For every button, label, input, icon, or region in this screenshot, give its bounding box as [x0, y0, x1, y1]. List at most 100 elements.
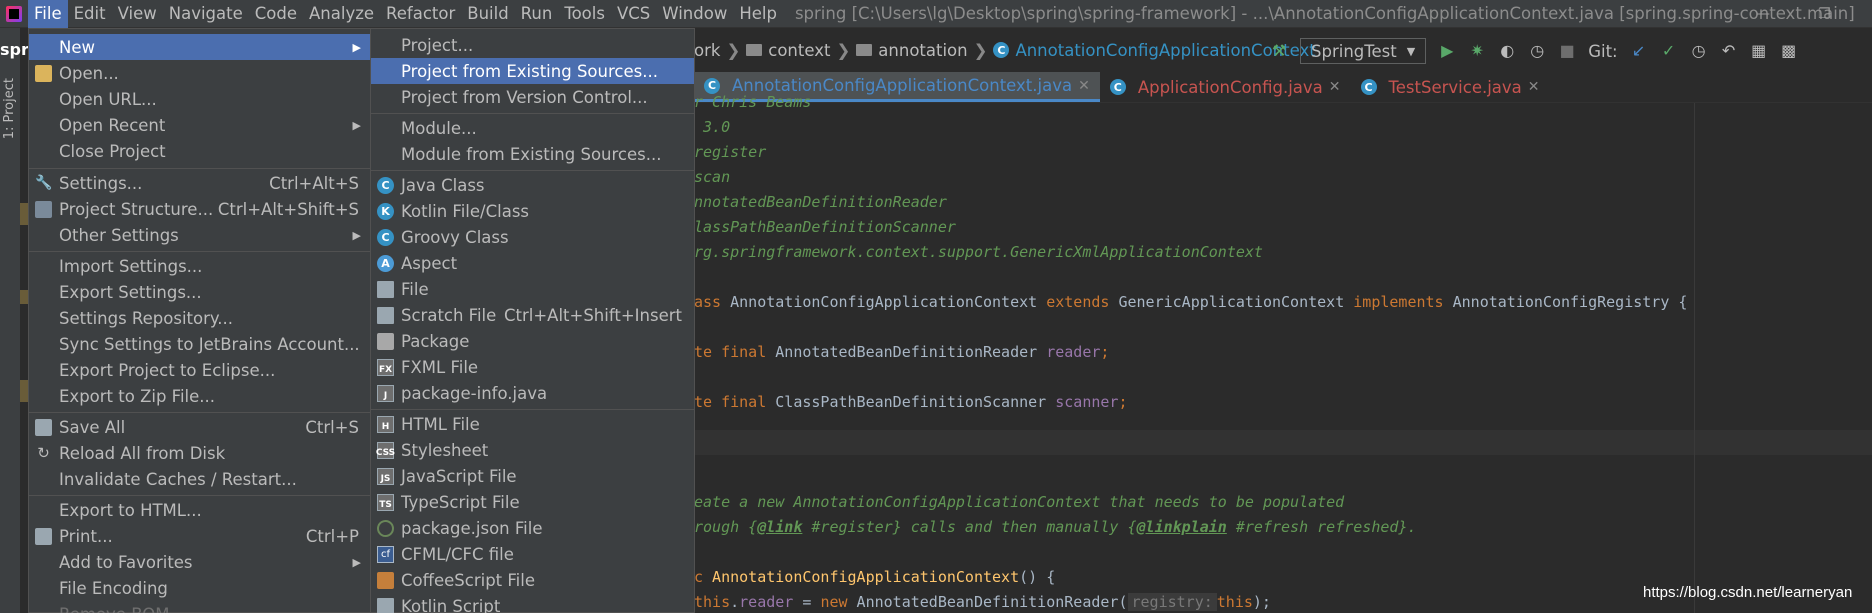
menu-item-export-settings[interactable]: Export Settings... [29, 279, 371, 305]
menu-help[interactable]: Help [733, 0, 783, 28]
menu-item-coffeescript-file[interactable]: CoffeeScript File [371, 567, 694, 593]
git-update-icon[interactable]: ↙ [1630, 42, 1648, 60]
close-icon[interactable]: ✕ [1528, 79, 1540, 95]
menu-item-cfml-file[interactable]: cf CFML/CFC file [371, 541, 694, 567]
submenu-arrow-icon: ▶ [352, 40, 361, 54]
menu-view[interactable]: View [112, 0, 163, 28]
menu-analyze[interactable]: Analyze [303, 0, 380, 28]
breadcrumb-item[interactable]: annotation [878, 41, 967, 60]
menu-item-print[interactable]: Print... Ctrl+P [29, 523, 371, 549]
menu-item-java-class[interactable]: C Java Class [371, 172, 694, 198]
build-hammer-icon[interactable]: ⚒ [1270, 42, 1288, 60]
groovy-class-icon: C [377, 229, 394, 246]
project-structure-icon[interactable]: ▦ [1750, 42, 1768, 60]
menu-item-stylesheet[interactable]: CSS Stylesheet [371, 437, 694, 463]
menu-item-groovy-class[interactable]: C Groovy Class [371, 224, 694, 250]
menu-item-close-project[interactable]: Close Project [29, 138, 371, 164]
rollback-icon[interactable]: ↶ [1720, 42, 1738, 60]
menu-item-kotlin-script[interactable]: Kotlin Script [371, 593, 694, 613]
package-icon [377, 333, 394, 350]
breadcrumb-item[interactable]: context [768, 41, 830, 60]
menu-item-fxml-file[interactable]: FX FXML File [371, 354, 694, 380]
menu-item-html-file[interactable]: H HTML File [371, 411, 694, 437]
menu-vcs[interactable]: VCS [611, 0, 656, 28]
watermark: https://blog.csdn.net/learneryan [1643, 584, 1853, 601]
git-commit-icon[interactable]: ✓ [1660, 42, 1678, 60]
menu-item-other-settings[interactable]: Other Settings ▶ [29, 222, 371, 248]
menu-item-export-html[interactable]: Export to HTML... [29, 497, 371, 523]
menu-item-new-project[interactable]: Project... [371, 32, 694, 58]
menu-navigate[interactable]: Navigate [163, 0, 249, 28]
json-icon [377, 520, 394, 537]
git-label: Git: [1588, 41, 1618, 61]
menu-item-reload-all[interactable]: ↻ Reload All from Disk [29, 440, 371, 466]
menu-item-remove-bom[interactable]: Remove BOM [29, 601, 371, 613]
code-editor[interactable]: r Chris Beams 3.0 register scan nnotated… [694, 93, 1872, 613]
menu-item-file[interactable]: File [371, 276, 694, 302]
code-line: rough {@link #register} calls and then m… [694, 518, 1417, 536]
menu-item-settings-repository[interactable]: Settings Repository... [29, 305, 371, 331]
menu-build[interactable]: Build [461, 0, 514, 28]
menu-refactor[interactable]: Refactor [380, 0, 461, 28]
menu-item-open-recent[interactable]: Open Recent ▶ [29, 112, 371, 138]
history-icon[interactable]: ◷ [1690, 42, 1708, 60]
menu-run[interactable]: Run [515, 0, 559, 28]
profile-icon[interactable]: ◷ [1528, 42, 1546, 60]
project-tool-window-button[interactable]: 1: Project [2, 78, 17, 139]
menu-item-package-info[interactable]: Jpackage-info.java [371, 380, 694, 406]
menu-item-package[interactable]: Package [371, 328, 694, 354]
save-icon [35, 419, 52, 436]
menu-item-invalidate-caches[interactable]: Invalidate Caches / Restart... [29, 466, 371, 492]
tab-testservice[interactable]: C TestService.java ✕ [1351, 72, 1550, 102]
menu-item-kotlin-file[interactable]: K Kotlin File/Class [371, 198, 694, 224]
stop-icon[interactable]: ■ [1558, 42, 1576, 60]
menu-separator [29, 251, 371, 252]
menu-item-file-encoding[interactable]: File Encoding [29, 575, 371, 601]
menu-edit[interactable]: Edit [68, 0, 112, 28]
menu-item-add-favorites[interactable]: Add to Favorites ▶ [29, 549, 371, 575]
menu-item-save-all[interactable]: Save All Ctrl+S [29, 414, 371, 440]
menu-item-aspect[interactable]: A Aspect [371, 250, 694, 276]
menu-tools[interactable]: Tools [558, 0, 611, 28]
menu-item-open[interactable]: Open... [29, 60, 371, 86]
menu-window[interactable]: Window [656, 0, 733, 28]
menu-file[interactable]: File [28, 0, 68, 28]
menu-item-project-structure[interactable]: Project Structure... Ctrl+Alt+Shift+S [29, 196, 371, 222]
breadcrumb-item[interactable]: ork [694, 41, 720, 60]
menu-item-typescript-file[interactable]: TS TypeScript File [371, 489, 694, 515]
menu-item-package-json[interactable]: package.json File [371, 515, 694, 541]
code-line: nnotatedBeanDefinitionReader [694, 193, 947, 211]
run-configuration-select[interactable]: SpringTest ▼ [1300, 38, 1427, 64]
menu-item-open-url[interactable]: Open URL... [29, 86, 371, 112]
tab-applicationconfig[interactable]: C ApplicationConfig.java ✕ [1100, 72, 1351, 102]
menu-item-project-vcs[interactable]: Project from Version Control... [371, 84, 694, 110]
minimize-icon[interactable]: — [1756, 6, 1770, 22]
menu-bar: File Edit View Navigate Code Analyze Ref… [0, 0, 1872, 28]
menu-item-import-settings[interactable]: Import Settings... [29, 253, 371, 279]
code-line: scan [694, 168, 731, 186]
menu-item-sync-settings[interactable]: Sync Settings to JetBrains Account... [29, 331, 371, 357]
close-icon[interactable]: ✕ [1329, 79, 1341, 95]
menu-item-module[interactable]: Module... [371, 115, 694, 141]
kotlin-script-icon [377, 598, 394, 613]
folder-icon [856, 44, 873, 56]
run-icon[interactable]: ▶ [1438, 42, 1456, 60]
menu-item-module-existing[interactable]: Module from Existing Sources... [371, 141, 694, 167]
menu-item-javascript-file[interactable]: JS JavaScript File [371, 463, 694, 489]
menu-item-export-zip[interactable]: Export to Zip File... [29, 383, 371, 409]
menu-item-settings[interactable]: 🔧 Settings... Ctrl+Alt+S [29, 170, 371, 196]
menu-item-project-existing-sources[interactable]: Project from Existing Sources... [371, 58, 694, 84]
wrench-icon: 🔧 [35, 175, 53, 191]
debug-icon[interactable]: ✷ [1468, 42, 1486, 60]
coverage-icon[interactable]: ◐ [1498, 42, 1516, 60]
menu-item-new[interactable]: New ▶ [29, 34, 371, 60]
close-icon[interactable]: ✕ [1078, 78, 1090, 94]
terminal-icon[interactable]: ▩ [1780, 42, 1798, 60]
menu-item-export-eclipse[interactable]: Export Project to Eclipse... [29, 357, 371, 383]
menu-code[interactable]: Code [249, 0, 303, 28]
html-icon: H [377, 416, 394, 433]
menu-item-scratch-file[interactable]: Scratch File Ctrl+Alt+Shift+Insert [371, 302, 694, 328]
folder-icon [746, 44, 763, 56]
restore-icon[interactable]: ❐ [1818, 6, 1831, 22]
aspect-icon: A [377, 255, 394, 272]
